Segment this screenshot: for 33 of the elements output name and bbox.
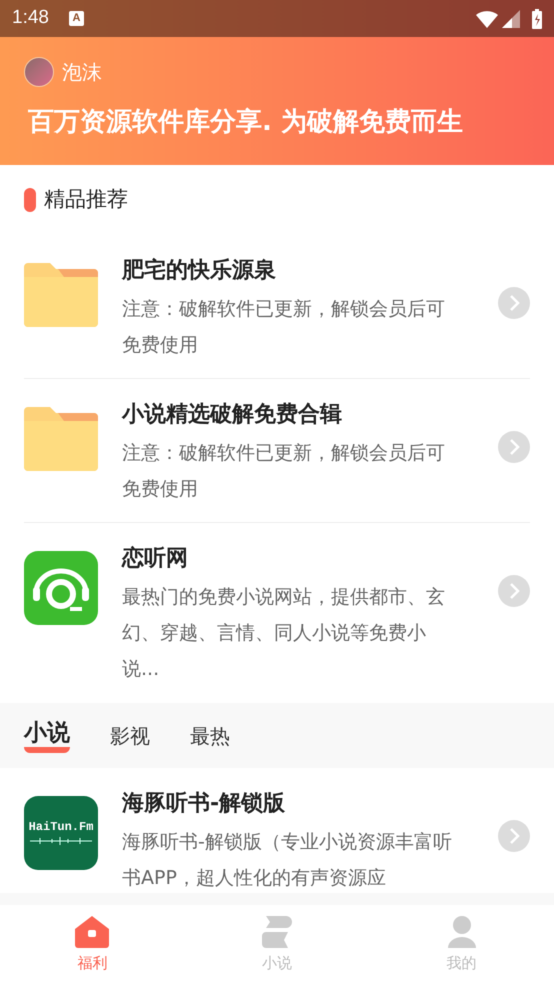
username: 泡沫 (62, 59, 102, 86)
item-title: 海豚听书-解锁版 (122, 790, 286, 818)
notification-icon: A (68, 11, 84, 26)
chevron-right-icon[interactable] (498, 575, 530, 607)
category-tab[interactable]: 最热 (190, 722, 230, 750)
item-title: 肥宅的快乐源泉 (122, 256, 277, 285)
status-time: 1:48 (12, 6, 49, 30)
item-title: 恋听网 (122, 544, 189, 573)
books-icon (262, 916, 292, 948)
category-tab[interactable]: 小说 (24, 718, 70, 752)
home-icon (75, 916, 110, 948)
avatar (24, 57, 54, 87)
person-icon (448, 916, 476, 948)
accent-bar (24, 188, 36, 212)
item-description: 注意：破解软件已更新，解锁会员后可免费使用 (122, 297, 446, 358)
section-title: 精品推荐 (44, 186, 128, 214)
folder-icon (24, 407, 98, 471)
item-title: 小说精选破解免费合辑 (122, 401, 343, 429)
wave-icon (30, 837, 92, 845)
item-description: 最热门的免费小说网站，提供都市、玄幻、穿越、言情、同人小说等免费小说... (122, 585, 446, 682)
item-description: 海豚听书-解锁版（专业小说资源丰富听书APP，超人性化的有声资源应 (122, 830, 453, 891)
category-tab[interactable]: 影视 (110, 722, 150, 750)
signal-icon (502, 10, 520, 28)
headphones-app-icon (24, 551, 98, 625)
slogan: 百万资源软件库分享. 为破解免费而生 (28, 106, 464, 139)
wifi-icon (476, 10, 498, 28)
folder-icon (24, 263, 98, 327)
item-description: 注意：破解软件已更新，解锁会员后可免费使用 (122, 441, 446, 502)
chevron-right-icon[interactable] (498, 431, 530, 463)
logo-text: HaiTun.Fm (28, 821, 94, 833)
chevron-right-icon[interactable] (498, 287, 530, 319)
battery-icon (532, 8, 542, 28)
chevron-right-icon[interactable] (498, 820, 530, 852)
